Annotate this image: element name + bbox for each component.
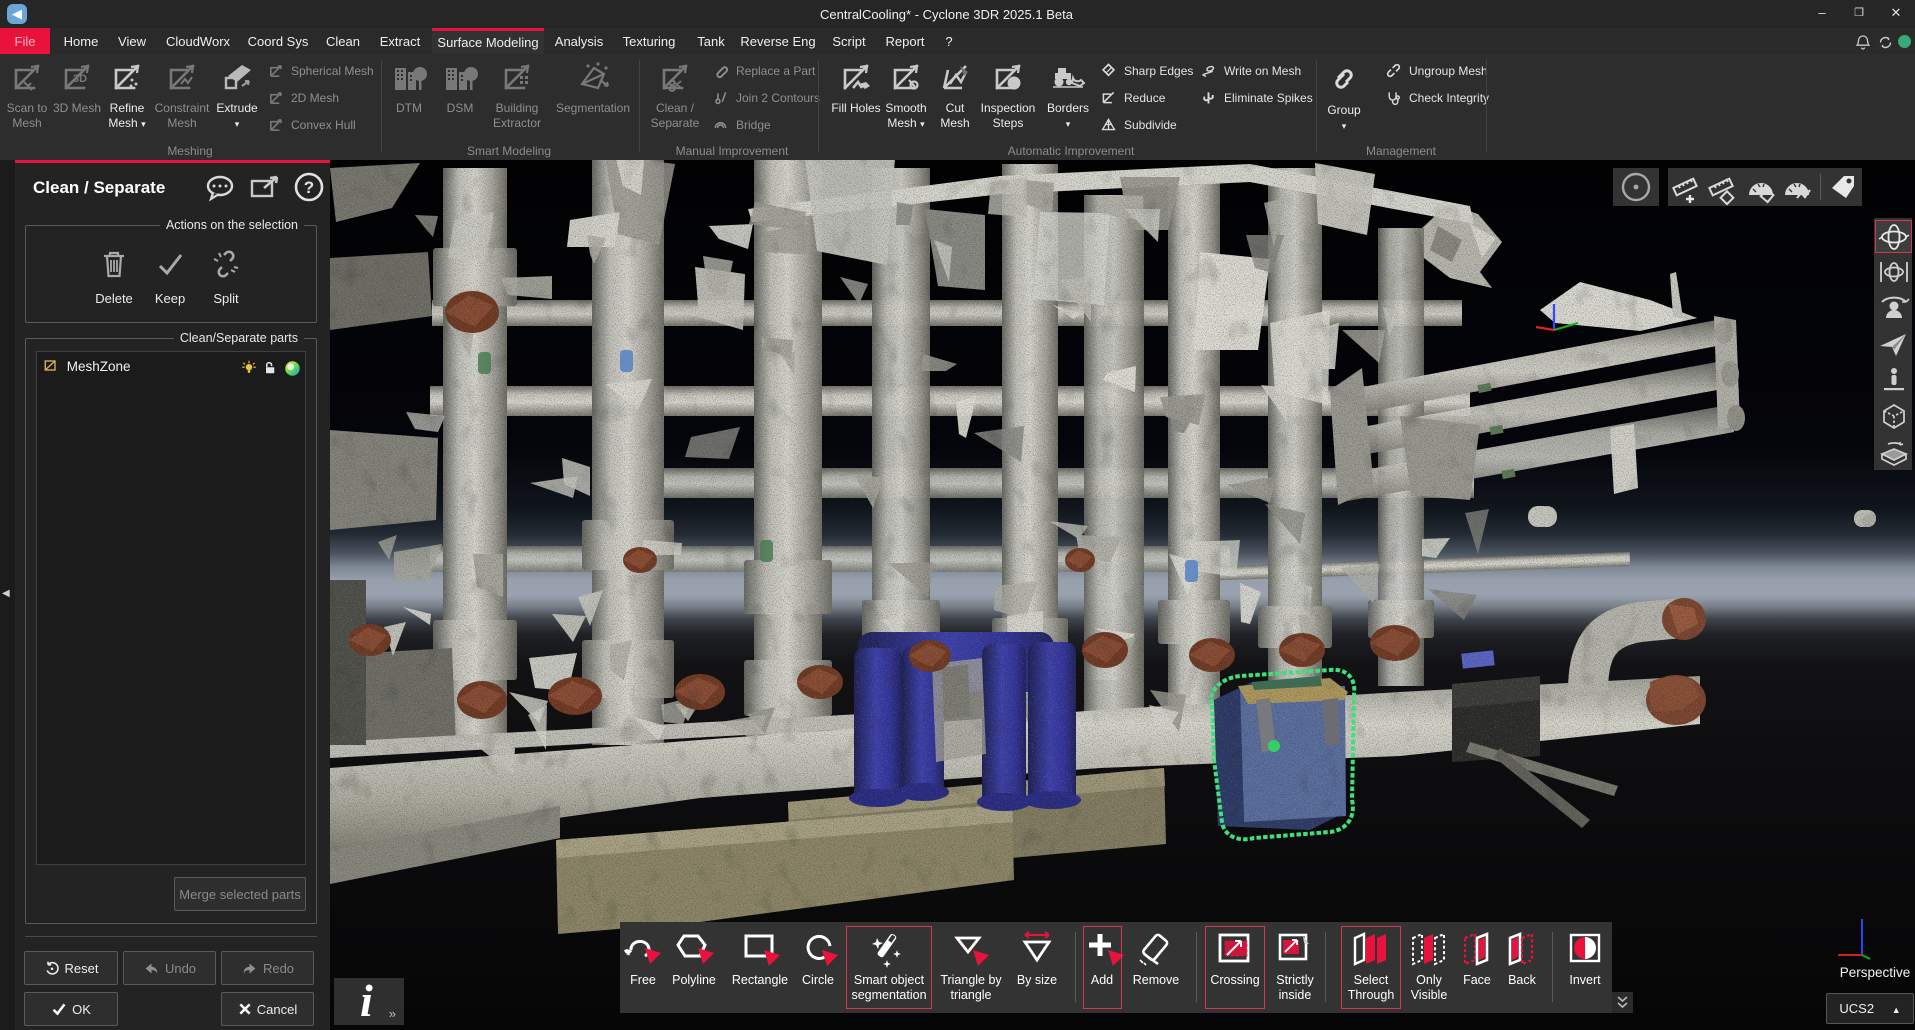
svg-text:3D: 3D <box>73 73 87 85</box>
svg-text:?: ? <box>304 178 314 197</box>
